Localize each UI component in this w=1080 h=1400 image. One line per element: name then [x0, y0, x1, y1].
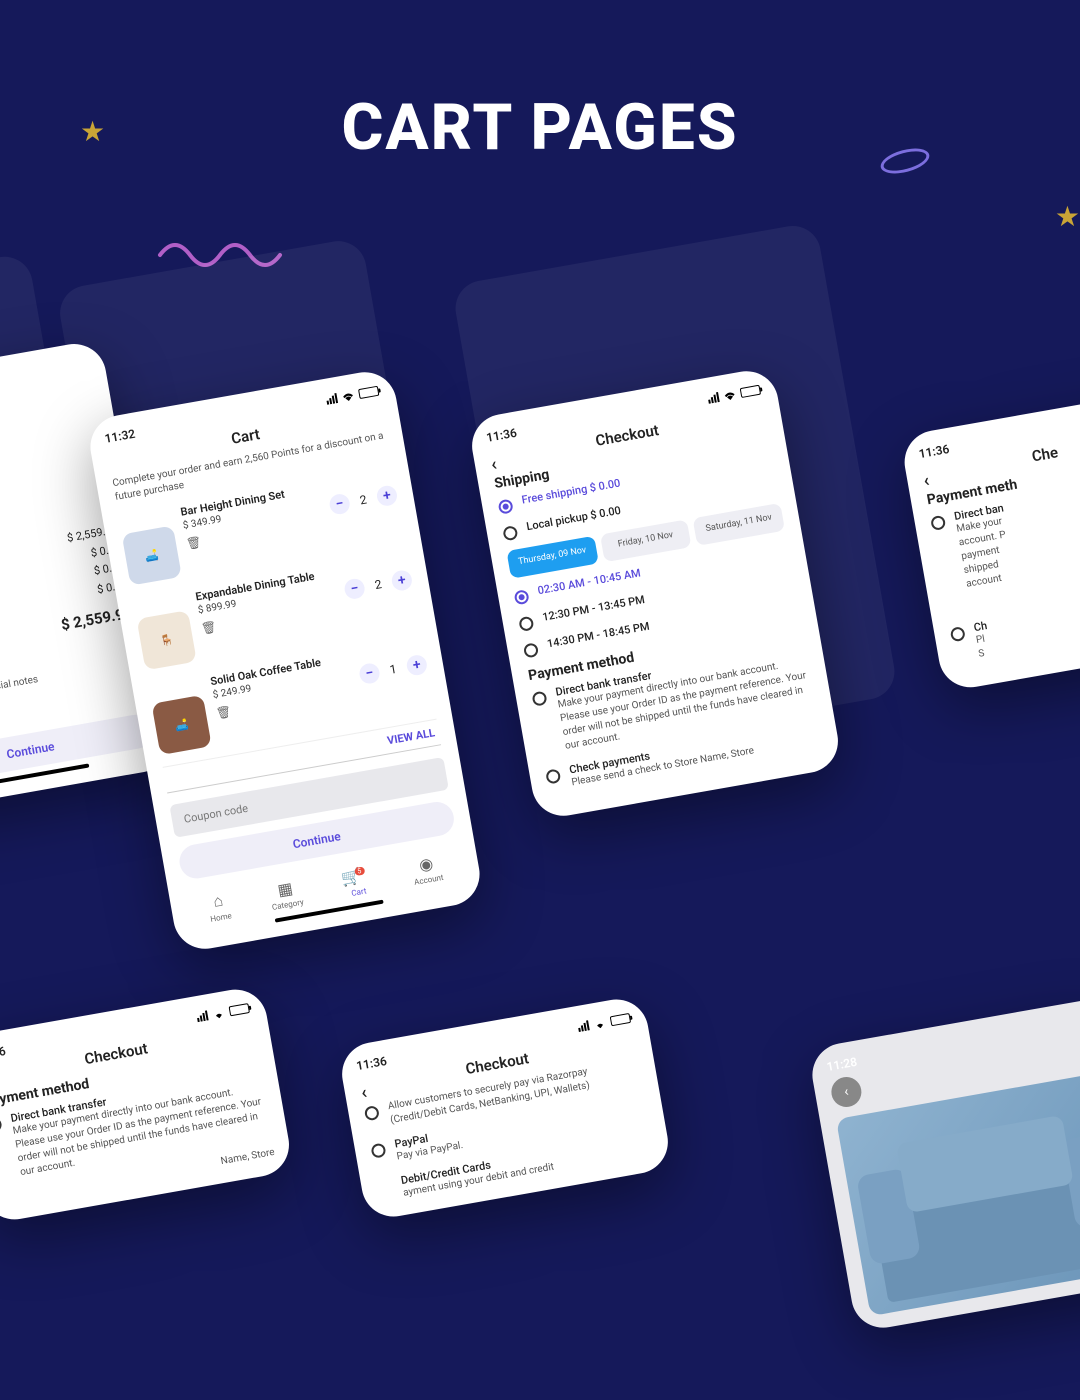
quantity: 2 [371, 577, 385, 593]
home-icon: ⌂ [206, 890, 231, 913]
radio-icon [545, 768, 561, 784]
product-image[interactable]: 🪑 [137, 610, 197, 670]
star-icon: ★ [1055, 200, 1080, 233]
decrease-button[interactable]: − [358, 662, 381, 685]
radio-icon [930, 515, 946, 531]
date-chip[interactable]: Saturday, 11 Nov [693, 503, 785, 546]
radio-icon [364, 1105, 380, 1121]
radio-icon [502, 525, 518, 541]
product-detail-screen: 11:28 ⇧ ‹ [807, 995, 1080, 1332]
date-chip[interactable]: Thursday, 09 Nov [506, 536, 598, 579]
checkout-payment-screen: 11:36 Checkout ‹ Payment method Direct b… [0, 985, 294, 1225]
date-chip[interactable]: Friday, 10 Nov [600, 519, 692, 562]
radio-icon [523, 642, 539, 658]
star-icon: ★ [80, 115, 105, 148]
increase-button[interactable]: + [375, 484, 398, 507]
checkout-payment-partial: 11:36 Che ‹ Payment meth Direct ban Make… [900, 388, 1080, 693]
nav-category[interactable]: ▦Category [268, 877, 305, 913]
radio-icon [0, 1117, 3, 1133]
quantity: 2 [356, 492, 370, 508]
radio-icon [950, 626, 966, 642]
checkout-paypal-screen: 11:36 Checkout ‹ Allow customers to secu… [337, 994, 673, 1221]
back-button[interactable]: ‹ [829, 1075, 864, 1110]
nav-account[interactable]: ◉Account [410, 852, 445, 888]
user-icon: ◉ [410, 852, 442, 876]
cart-screen: 11:32 Cart Complete your order and earn … [85, 367, 484, 954]
quantity: 1 [386, 661, 400, 677]
decrease-button[interactable]: − [343, 577, 366, 600]
increase-button[interactable]: + [405, 654, 428, 677]
nav-home[interactable]: ⌂Home [206, 890, 233, 924]
product-image[interactable]: 🛋️ [122, 525, 182, 585]
nav-cart[interactable]: 🛒5Cart [340, 864, 375, 900]
radio-icon [513, 589, 529, 605]
increase-button[interactable]: + [390, 569, 413, 592]
radio-icon [518, 615, 534, 631]
radio-icon [531, 690, 547, 706]
cart-icon: 🛒5 [340, 864, 373, 888]
decrease-button[interactable]: − [328, 493, 351, 516]
product-image[interactable] [836, 1071, 1080, 1316]
radio-icon [370, 1143, 386, 1159]
page-title: CART PAGES [0, 0, 1080, 165]
product-image[interactable]: 🛋️ [151, 695, 211, 755]
radio-icon [498, 499, 514, 515]
